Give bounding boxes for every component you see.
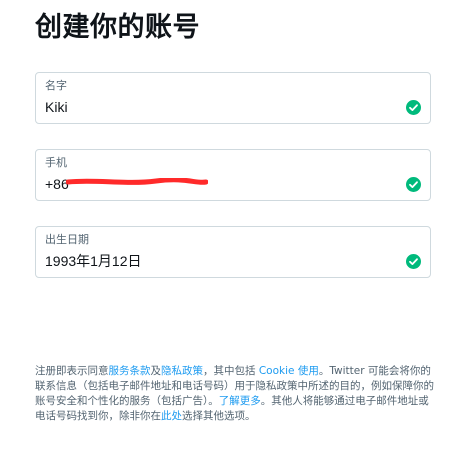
name-field-value[interactable]: Kiki [45,98,68,116]
check-circle-icon [406,100,421,115]
name-field[interactable]: 名字 Kiki [35,72,431,124]
legal-text-part: 选择其他选项。 [182,410,256,422]
birthdate-field-value[interactable]: 1993年1月12日 [45,252,142,270]
check-circle-icon [406,254,421,269]
page-title: 创建你的账号 [35,12,200,43]
cookie-use-link[interactable]: Cookie 使用 [259,365,319,377]
terms-of-service-link[interactable]: 服务条款 [109,365,151,377]
check-circle-icon [406,177,421,192]
legal-disclaimer: 注册即表示同意服务条款及隐私政策，其中包括 Cookie 使用。Twitter … [35,364,435,424]
birthdate-field[interactable]: 出生日期 1993年1月12日 [35,226,431,278]
legal-text-part: 及 [150,365,162,377]
phone-field[interactable]: 手机 +86 [35,149,431,201]
learn-more-link[interactable]: 了解更多 [219,395,261,407]
redaction-scribble [66,178,208,186]
phone-field-label: 手机 [45,156,67,169]
legal-text-part: ，其中包括 [203,365,259,377]
name-field-label: 名字 [45,79,67,92]
legal-text-part: 注册即表示同意 [35,365,109,377]
birthdate-field-label: 出生日期 [45,233,89,246]
here-link[interactable]: 此处 [161,410,182,422]
privacy-policy-link[interactable]: 隐私政策 [161,365,203,377]
